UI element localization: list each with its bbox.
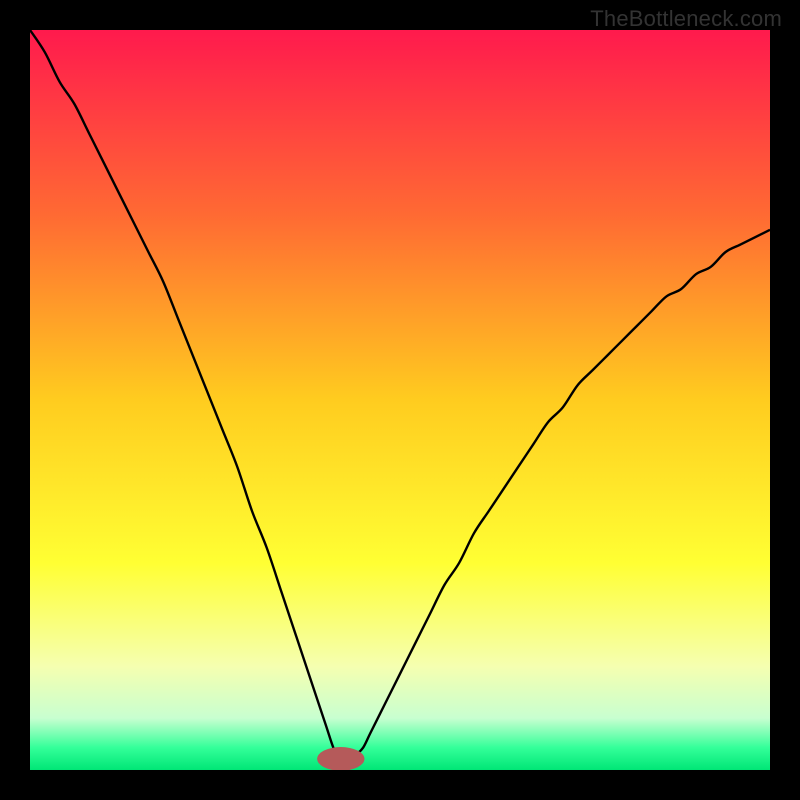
chart-plot-area — [30, 30, 770, 770]
chart-svg — [30, 30, 770, 770]
optimum-marker — [317, 747, 364, 770]
gradient-background — [30, 30, 770, 770]
outer-frame: TheBottleneck.com — [0, 0, 800, 800]
attribution-label: TheBottleneck.com — [590, 6, 782, 32]
